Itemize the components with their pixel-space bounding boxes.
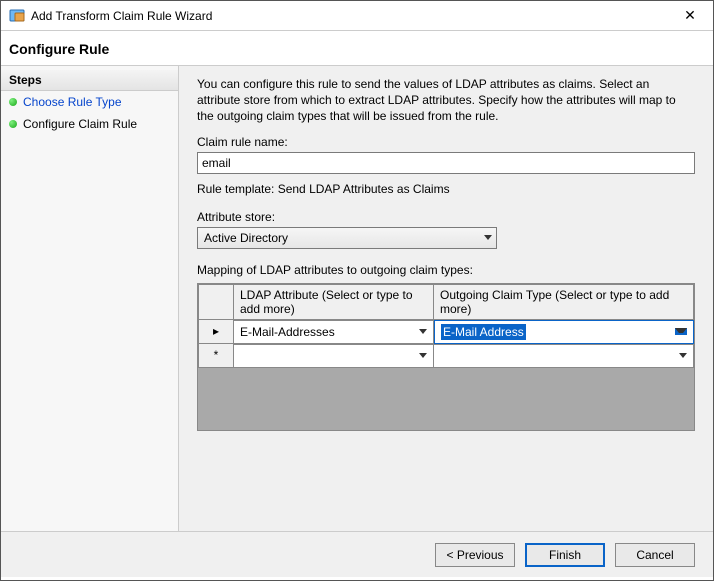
footer: < Previous Finish Cancel <box>1 531 713 577</box>
ldap-attribute-cell[interactable] <box>234 344 434 368</box>
chevron-down-icon <box>419 329 427 334</box>
step-choose-rule-type[interactable]: Choose Rule Type <box>1 91 178 113</box>
step-bullet-icon <box>9 120 17 128</box>
grid-header-ldap: LDAP Attribute (Select or type to add mo… <box>234 284 434 320</box>
attribute-store-select[interactable]: Active Directory <box>197 227 497 249</box>
chevron-down-icon <box>679 353 687 358</box>
outgoing-claim-cell[interactable] <box>434 344 694 368</box>
grid-row: * <box>198 344 694 368</box>
row-indicator[interactable]: * <box>198 344 234 368</box>
previous-button[interactable]: < Previous <box>435 543 515 567</box>
grid-header-row: LDAP Attribute (Select or type to add mo… <box>198 284 694 320</box>
grid-header-claim: Outgoing Claim Type (Select or type to a… <box>434 284 694 320</box>
step-bullet-icon <box>9 98 17 106</box>
outgoing-claim-value: E-Mail Address <box>441 324 526 340</box>
rule-name-label: Claim rule name: <box>197 135 695 149</box>
row-indicator[interactable]: ▸ <box>198 320 234 344</box>
wizard-icon <box>9 8 25 24</box>
finish-button[interactable]: Finish <box>525 543 605 567</box>
main-panel: You can configure this rule to send the … <box>179 66 713 531</box>
ldap-attribute-cell[interactable]: E-Mail-Addresses <box>234 320 434 344</box>
rule-name-input[interactable] <box>197 152 695 174</box>
grid-corner <box>198 284 234 320</box>
outgoing-claim-cell[interactable]: E-Mail Address <box>434 320 694 344</box>
description-text: You can configure this rule to send the … <box>197 76 695 125</box>
step-label: Configure Claim Rule <box>23 117 137 131</box>
rule-template-label: Rule template: Send LDAP Attributes as C… <box>197 182 695 196</box>
titlebar: Add Transform Claim Rule Wizard ✕ <box>1 1 713 31</box>
steps-header: Steps <box>1 70 178 91</box>
page-subtitle: Configure Rule <box>1 31 713 66</box>
steps-sidebar: Steps Choose Rule Type Configure Claim R… <box>1 66 179 531</box>
attribute-store-value: Active Directory <box>204 231 288 245</box>
grid-empty-area <box>198 368 694 430</box>
window-title: Add Transform Claim Rule Wizard <box>31 9 675 23</box>
chevron-down-icon <box>419 353 427 358</box>
step-configure-claim-rule: Configure Claim Rule <box>1 113 178 135</box>
mapping-grid: LDAP Attribute (Select or type to add mo… <box>197 283 695 431</box>
chevron-down-icon <box>675 328 687 335</box>
chevron-down-icon <box>484 235 492 240</box>
close-icon[interactable]: ✕ <box>675 7 705 24</box>
mapping-label: Mapping of LDAP attributes to outgoing c… <box>197 263 695 277</box>
attribute-store-label: Attribute store: <box>197 210 695 224</box>
step-link[interactable]: Choose Rule Type <box>23 95 122 109</box>
cancel-button[interactable]: Cancel <box>615 543 695 567</box>
grid-row: ▸ E-Mail-Addresses E-Mail Address <box>198 320 694 344</box>
ldap-attribute-value: E-Mail-Addresses <box>240 325 335 339</box>
